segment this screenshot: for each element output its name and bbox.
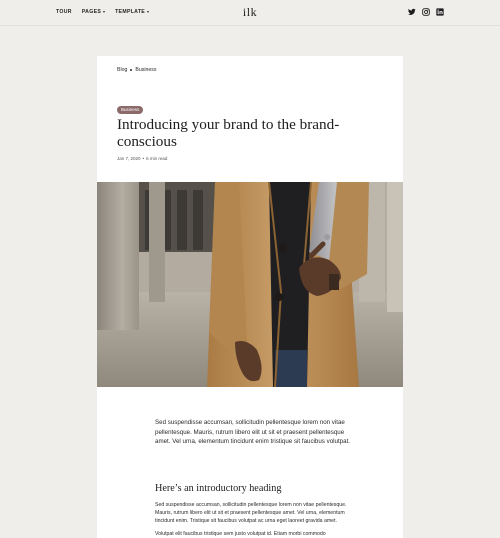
- article-card: Blog Business Business Introducing your …: [97, 56, 403, 538]
- breadcrumb-blog[interactable]: Blog: [117, 67, 127, 73]
- breadcrumb-business[interactable]: Business: [135, 67, 156, 73]
- breadcrumb-separator: [130, 69, 133, 71]
- top-navigation: TOUR PAGES TEMPLATE ilk: [0, 0, 500, 26]
- read-time: 6 min read: [146, 156, 168, 161]
- twitter-icon[interactable]: [408, 8, 416, 16]
- instagram-icon[interactable]: [422, 8, 430, 16]
- linkedin-icon[interactable]: [436, 8, 444, 16]
- body-paragraph: Volutpat elit faucibus tristique sem jus…: [155, 531, 326, 537]
- category-badge[interactable]: Business: [117, 106, 144, 115]
- publish-date: Jan 7, 2020: [117, 156, 141, 161]
- breadcrumb: Blog Business: [117, 67, 156, 73]
- hero-image: [97, 182, 403, 387]
- section-heading: Here’s an introductory heading: [155, 483, 282, 494]
- meta-separator: •: [142, 156, 145, 161]
- intro-paragraph: Sed suspendisse accumsan, sollicitudin p…: [155, 419, 351, 445]
- body-paragraph: Sed suspendisse accumsan, sollicitudin p…: [155, 502, 347, 524]
- social-links: [408, 8, 444, 16]
- header-divider: [0, 25, 500, 26]
- article-title: Introducing your brand to the brand-cons…: [117, 116, 340, 150]
- article-meta: Jan 7, 2020 • 6 min read: [117, 156, 167, 161]
